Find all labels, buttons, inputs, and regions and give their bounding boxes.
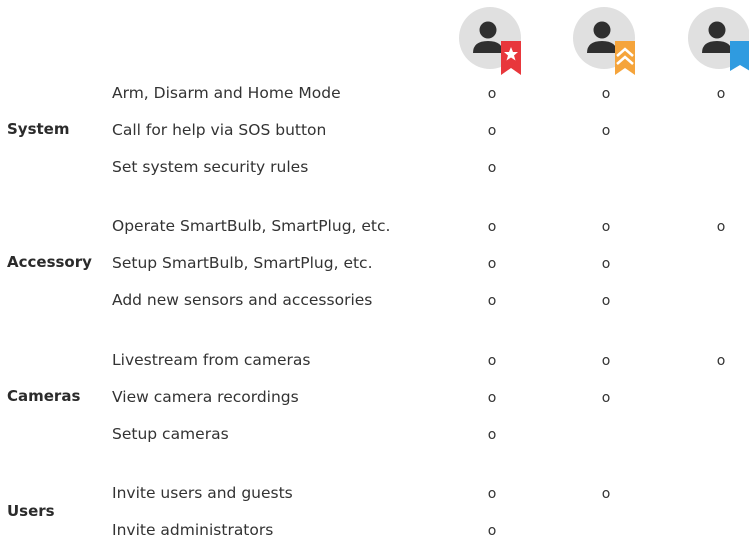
- access-mark: o: [487, 390, 497, 406]
- permission-label: Setup cameras: [112, 425, 229, 443]
- access-mark: o: [601, 123, 611, 139]
- group-label-users: Users: [7, 501, 55, 520]
- access-mark: o: [601, 390, 611, 406]
- access-mark: o: [487, 123, 497, 139]
- access-mark: o: [487, 293, 497, 309]
- access-mark: o: [601, 353, 611, 369]
- access-mark: o: [487, 160, 497, 176]
- access-mark: o: [601, 256, 611, 272]
- star-badge-icon: [501, 41, 521, 75]
- group-label-system: System: [7, 120, 70, 138]
- permission-label: Arm, Disarm and Home Mode: [112, 84, 341, 102]
- access-mark: o: [716, 353, 726, 369]
- access-mark: o: [601, 293, 611, 309]
- chevron-badge-icon: [615, 41, 635, 75]
- permission-label: Add new sensors and accessories: [112, 291, 373, 309]
- permission-label: Call for help via SOS button: [112, 121, 327, 139]
- role-avatar: [573, 7, 635, 75]
- access-mark: o: [487, 486, 497, 502]
- access-mark: o: [487, 86, 497, 102]
- permission-label: Invite administrators: [112, 521, 274, 539]
- permission-label: Invite users and guests: [112, 484, 293, 502]
- access-mark: o: [716, 219, 726, 235]
- access-mark: o: [716, 86, 726, 102]
- role-avatar: [459, 7, 521, 75]
- access-mark: o: [487, 427, 497, 443]
- permission-label: Set system security rules: [112, 158, 309, 176]
- permission-label: Livestream from cameras: [112, 351, 311, 369]
- access-mark: o: [601, 86, 611, 102]
- access-mark: o: [487, 523, 497, 539]
- role-avatar: [688, 7, 749, 71]
- permission-label: View camera recordings: [112, 388, 299, 406]
- access-mark: o: [487, 256, 497, 272]
- access-mark: o: [487, 219, 497, 235]
- access-mark: o: [487, 353, 497, 369]
- access-mark: o: [601, 486, 611, 502]
- group-label-accessory: Accessory: [7, 253, 92, 271]
- bookmark-badge-icon: [730, 41, 749, 71]
- permission-label: Setup SmartBulb, SmartPlug, etc.: [112, 254, 373, 272]
- access-mark: o: [601, 219, 611, 235]
- group-label-cameras: Cameras: [7, 387, 81, 405]
- permission-label: Operate SmartBulb, SmartPlug, etc.: [112, 217, 391, 235]
